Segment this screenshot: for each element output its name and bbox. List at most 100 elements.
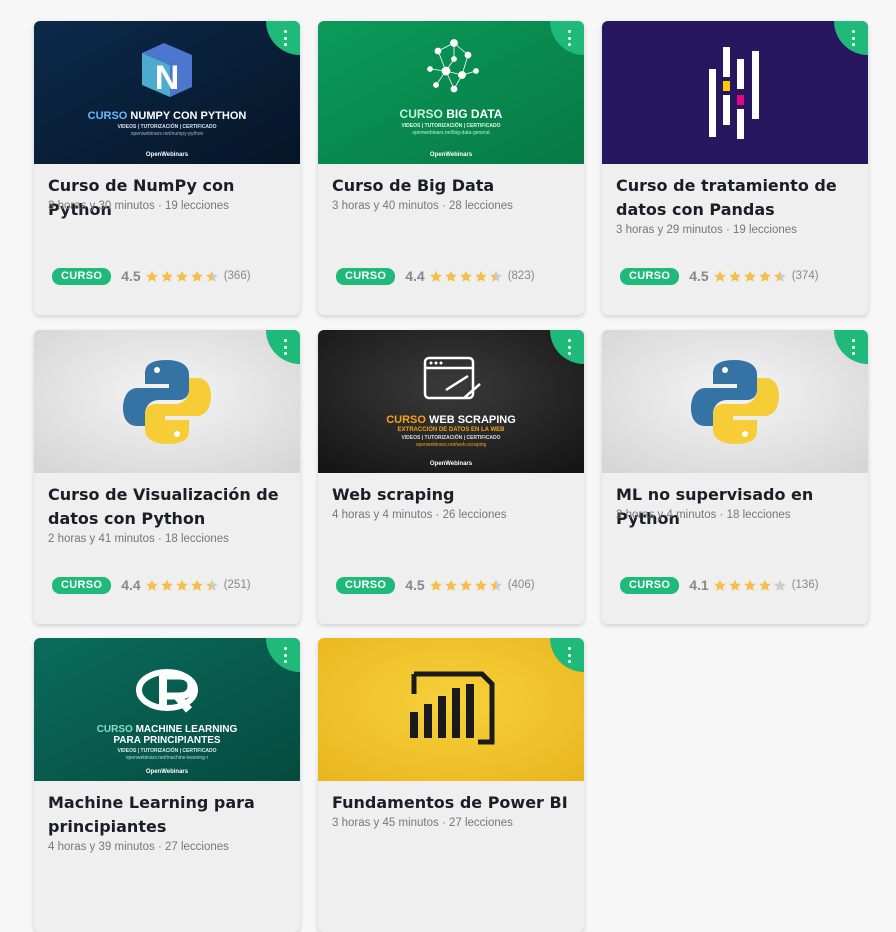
course-card-web-scraping[interactable]: CURSO WEB SCRAPING EXTRACCIÓN DE DATOS E… [318, 330, 584, 624]
course-title[interactable]: Machine Learning para principiantes [48, 791, 288, 839]
star-rating [145, 579, 219, 592]
star-icon [728, 579, 741, 591]
star-rating [429, 270, 503, 283]
more-options-icon[interactable] [280, 339, 290, 355]
rating-value: 4.5 [689, 268, 709, 284]
more-options-icon[interactable] [280, 30, 290, 46]
course-thumbnail[interactable]: CURSO BIG DATA VIDEOS | TUTORIZACIÓN | C… [318, 21, 584, 164]
star-icon [145, 270, 158, 282]
power-bi-thumbnail-art [318, 638, 584, 781]
thumb-features: VIDEOS | TUTORIZACIÓN | CERTIFICADO [401, 435, 501, 441]
course-card-numpy[interactable]: N CURSO NUMPY CON PYTHON VIDEOS | TUTORI… [34, 21, 300, 315]
course-type-badge: CURSO [336, 267, 396, 285]
openwebinars-logo: OpenWebinars [429, 152, 473, 158]
review-count: (136) [791, 579, 819, 591]
course-meta: 3 horas y 45 minutos · 27 lecciones [332, 817, 513, 829]
review-count: (366) [223, 270, 251, 282]
thumb-subtitle: VIDEOS | TUTORIZACIÓN | CERTIFICADO [401, 123, 501, 129]
course-footer: CURSO 4.5 (374) [620, 267, 819, 285]
course-thumbnail[interactable]: CURSO MACHINE LEARNING PARA PRINCIPIANTE… [34, 638, 300, 781]
course-thumbnail[interactable] [34, 330, 300, 473]
star-icon [474, 270, 487, 282]
rating-value: 4.5 [121, 268, 141, 284]
star-rating [145, 270, 219, 283]
star-icon [145, 579, 158, 591]
course-meta: 4 horas y 4 minutos · 26 lecciones [332, 509, 507, 521]
star-icon [429, 579, 442, 591]
course-type-badge: CURSO [52, 576, 112, 594]
course-footer: CURSO 4.4 (823) [336, 267, 535, 285]
star-icon [444, 270, 457, 282]
star-icon [743, 270, 756, 282]
star-icon [728, 270, 741, 282]
star-icon [444, 579, 457, 591]
course-thumbnail[interactable] [318, 638, 584, 781]
course-title[interactable]: Web scraping [332, 483, 572, 507]
openwebinars-logo: OpenWebinars [145, 769, 189, 775]
star-icon [160, 270, 173, 282]
thumb-url: openwebinars.net/big-data-general [412, 130, 490, 136]
star-icon [175, 579, 188, 591]
thumb-title: CURSO WEB SCRAPING [386, 414, 516, 426]
thumb-features: VIDEOS | TUTORIZACIÓN | CERTIFICADO [117, 748, 217, 754]
course-card-machine-learning[interactable]: CURSO MACHINE LEARNING PARA PRINCIPIANTE… [34, 638, 300, 932]
course-title[interactable]: Fundamentos de Power BI [332, 791, 572, 815]
course-title[interactable]: Curso de tratamiento de datos con Pandas [616, 174, 856, 222]
course-type-badge: CURSO [336, 576, 396, 594]
star-icon [205, 270, 218, 282]
course-type-badge: CURSO [620, 576, 680, 594]
review-count: (374) [791, 270, 819, 282]
more-options-icon[interactable] [564, 647, 574, 663]
web-scraping-thumbnail-art [318, 330, 584, 473]
course-title[interactable]: Curso de NumPy con Python [48, 174, 288, 222]
course-card-big-data[interactable]: CURSO BIG DATA VIDEOS | TUTORIZACIÓN | C… [318, 21, 584, 315]
star-icon [489, 270, 502, 282]
course-thumbnail[interactable]: CURSO WEB SCRAPING EXTRACCIÓN DE DATOS E… [318, 330, 584, 473]
more-options-icon[interactable] [848, 30, 858, 46]
numpy-logo-letter: N [154, 59, 180, 97]
course-meta: 3 horas y 40 minutos · 28 lecciones [332, 200, 513, 212]
course-thumbnail[interactable] [602, 330, 868, 473]
thumb-subtitle: EXTRACCIÓN DE DATOS EN LA WEB [397, 427, 505, 433]
star-icon [190, 579, 203, 591]
review-count: (251) [223, 579, 251, 591]
big-data-thumbnail-art [318, 21, 584, 164]
more-options-icon[interactable] [564, 30, 574, 46]
pandas-thumbnail-art [602, 21, 868, 164]
star-icon [474, 579, 487, 591]
course-type-badge: CURSO [52, 267, 112, 285]
course-thumbnail[interactable] [602, 21, 868, 164]
star-icon [758, 579, 771, 591]
star-icon [459, 270, 472, 282]
course-footer: CURSO 4.5 (366) [52, 267, 251, 285]
more-options-icon[interactable] [564, 339, 574, 355]
course-thumbnail[interactable]: N CURSO NUMPY CON PYTHON VIDEOS | TUTORI… [34, 21, 300, 164]
course-meta: 2 horas y 41 minutos · 18 lecciones [48, 533, 229, 545]
course-card-power-bi[interactable]: Fundamentos de Power BI 3 horas y 45 min… [318, 638, 584, 932]
star-rating [713, 579, 787, 592]
course-card-visualizacion[interactable]: Curso de Visualización de datos con Pyth… [34, 330, 300, 624]
python-thumbnail-art [602, 330, 868, 473]
course-card-pandas[interactable]: Curso de tratamiento de datos con Pandas… [602, 21, 868, 315]
course-title[interactable]: ML no supervisado en Python [616, 483, 856, 531]
star-icon [190, 270, 203, 282]
thumb-url: openwebinars.net/numpy-python [130, 131, 204, 137]
course-footer: CURSO 4.5 (406) [336, 576, 535, 594]
course-meta: 4 horas y 39 minutos · 27 lecciones [48, 841, 229, 853]
course-meta: 3 horas y 29 minutos · 19 lecciones [616, 224, 797, 236]
more-options-icon[interactable] [280, 647, 290, 663]
course-footer: CURSO 4.1 (136) [620, 576, 819, 594]
star-rating [713, 270, 787, 283]
thumb-url: openwebinars.net/machine-learning-r [125, 755, 209, 761]
course-title[interactable]: Curso de Big Data [332, 174, 572, 198]
star-icon [160, 579, 173, 591]
star-icon [459, 579, 472, 591]
thumb-title: CURSO MACHINE LEARNING [96, 724, 238, 735]
rating-value: 4.4 [405, 268, 425, 284]
python-thumbnail-art [34, 330, 300, 473]
course-title[interactable]: Curso de Visualización de datos con Pyth… [48, 483, 288, 531]
course-card-ml-no-supervisado[interactable]: ML no supervisado en Python 2 horas y 4 … [602, 330, 868, 624]
thumb-title: CURSO BIG DATA [399, 107, 503, 121]
more-options-icon[interactable] [848, 339, 858, 355]
star-icon [713, 270, 726, 282]
